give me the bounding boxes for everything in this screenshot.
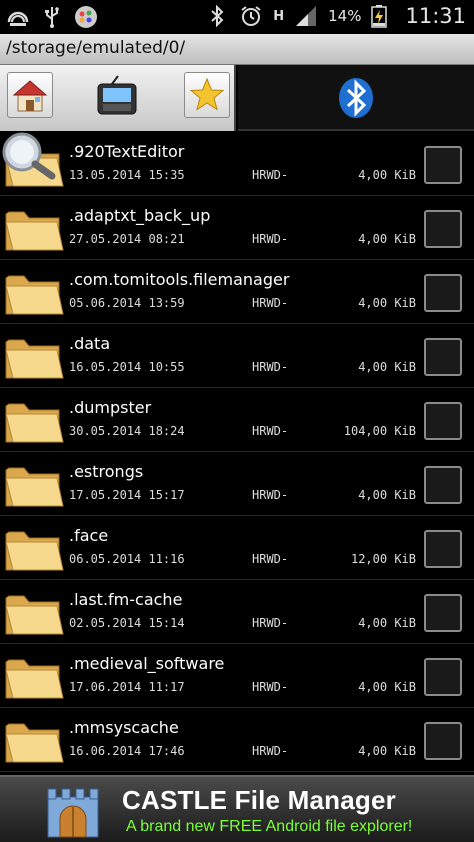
folder-icon [3, 588, 65, 638]
file-date: 16.06.2014 17:46 [69, 744, 185, 758]
usb-icon [40, 5, 64, 29]
file-attributes: HRWD- [252, 360, 289, 374]
file-name: .adaptxt_back_up [69, 206, 211, 225]
select-checkbox[interactable] [424, 146, 462, 184]
search-magnifier-icon[interactable] [0, 132, 60, 182]
select-checkbox[interactable] [424, 722, 462, 760]
select-checkbox[interactable] [424, 338, 462, 376]
file-row[interactable]: .dumpster 30.05.2014 18:24 HRWD- 104,00 KiB [0, 388, 474, 452]
file-size: 104,00 KiB [343, 424, 416, 438]
favorites-button[interactable] [184, 72, 230, 118]
select-checkbox[interactable] [424, 210, 462, 248]
file-size: 4,00 KiB [358, 360, 416, 374]
file-attributes: HRWD- [252, 616, 289, 630]
clock: 11:31 [405, 4, 466, 28]
file-size: 4,00 KiB [358, 616, 416, 630]
file-row[interactable]: .estrongs 17.05.2014 15:17 HRWD- 4,00 KiB [0, 452, 474, 516]
file-date: 05.06.2014 13:59 [69, 296, 185, 310]
file-name: .estrongs [69, 462, 144, 481]
file-attributes: HRWD- [252, 488, 289, 502]
folder-icon [3, 524, 65, 574]
app-icon [74, 5, 98, 29]
folder-icon [3, 204, 65, 254]
status-bar: H 14% 11:31 [0, 0, 474, 34]
select-checkbox[interactable] [424, 402, 462, 440]
file-name: .last.fm-cache [69, 590, 183, 609]
toolbar [0, 65, 474, 131]
folder-icon [3, 460, 65, 510]
home-button[interactable] [7, 72, 53, 118]
file-name: .com.tomitools.filemanager [69, 270, 290, 289]
gauge-icon [6, 5, 30, 29]
file-row[interactable]: .last.fm-cache 02.05.2014 15:14 HRWD- 4,00 … [0, 580, 474, 644]
device-button[interactable] [92, 72, 142, 122]
battery-charging-icon [371, 4, 395, 28]
bluetooth-tab[interactable] [238, 65, 474, 131]
bluetooth-icon [205, 4, 229, 28]
select-checkbox[interactable] [424, 274, 462, 312]
file-list[interactable]: .920TextEditor 13.05.2014 15:35 HRWD- 4,00 … [0, 132, 474, 774]
select-checkbox[interactable] [424, 594, 462, 632]
file-size: 4,00 KiB [358, 680, 416, 694]
file-size: 4,00 KiB [358, 232, 416, 246]
battery-percent: 14% [328, 7, 362, 25]
file-date: 06.05.2014 11:16 [69, 552, 185, 566]
file-attributes: HRWD- [252, 744, 289, 758]
file-attributes: HRWD- [252, 168, 289, 182]
file-size: 4,00 KiB [358, 488, 416, 502]
file-row[interactable]: .face 06.05.2014 11:16 HRWD- 12,00 KiB [0, 516, 474, 580]
castle-icon [47, 788, 99, 838]
file-attributes: HRWD- [252, 296, 289, 310]
file-size: 4,00 KiB [358, 744, 416, 758]
star-icon [189, 77, 225, 111]
file-name: .face [69, 526, 109, 545]
alarm-icon [239, 4, 263, 28]
file-date: 30.05.2014 18:24 [69, 424, 185, 438]
select-checkbox[interactable] [424, 466, 462, 504]
select-checkbox[interactable] [424, 530, 462, 568]
file-date: 13.05.2014 15:35 [69, 168, 185, 182]
file-row[interactable]: .mmsyscache 16.06.2014 17:46 HRWD- 4,00 KiB [0, 708, 474, 772]
bluetooth-icon [339, 78, 373, 118]
file-row[interactable]: .adaptxt_back_up 27.05.2014 08:21 HRWD- 4,0… [0, 196, 474, 260]
file-attributes: HRWD- [252, 424, 289, 438]
file-date: 17.05.2014 15:17 [69, 488, 185, 502]
file-name: .mmsyscache [69, 718, 179, 737]
banner-title: CASTLE File Manager [122, 785, 396, 815]
select-checkbox[interactable] [424, 658, 462, 696]
signal-icon [294, 4, 318, 28]
home-icon [12, 80, 48, 112]
folder-icon [3, 268, 65, 318]
current-path: /storage/emulated/0/ [0, 34, 474, 65]
banner-subtitle: A brand new FREE Android file explorer! [126, 818, 413, 835]
file-name: .data [69, 334, 111, 353]
folder-icon [3, 332, 65, 382]
file-date: 16.05.2014 10:55 [69, 360, 185, 374]
folder-icon [3, 716, 65, 766]
file-attributes: HRWD- [252, 680, 289, 694]
file-size: 12,00 KiB [350, 552, 416, 566]
folder-icon [3, 652, 65, 702]
file-attributes: HRWD- [252, 232, 289, 246]
file-name: .medieval_software [69, 654, 225, 673]
local-tab[interactable] [0, 65, 236, 131]
file-attributes: HRWD- [252, 552, 289, 566]
file-row[interactable]: .medieval_software 17.06.2014 11:17 HRWD- 4… [0, 644, 474, 708]
file-date: 17.06.2014 11:17 [69, 680, 185, 694]
file-size: 4,00 KiB [358, 168, 416, 182]
file-name: .920TextEditor [69, 142, 185, 161]
folder-icon [3, 396, 65, 446]
file-row[interactable]: .920TextEditor 13.05.2014 15:35 HRWD- 4,00 … [0, 132, 474, 196]
file-size: 4,00 KiB [358, 296, 416, 310]
file-row[interactable]: .com.tomitools.filemanager 05.06.2014 13:… [0, 260, 474, 324]
network-type-label: H [273, 8, 285, 24]
ad-banner[interactable]: CASTLE File Manager A brand new FREE And… [0, 775, 474, 842]
file-date: 27.05.2014 08:21 [69, 232, 185, 246]
file-date: 02.05.2014 15:14 [69, 616, 185, 630]
file-name: .dumpster [69, 398, 152, 417]
file-row[interactable]: .data 16.05.2014 10:55 HRWD- 4,00 KiB [0, 324, 474, 388]
device-icon [97, 75, 137, 115]
